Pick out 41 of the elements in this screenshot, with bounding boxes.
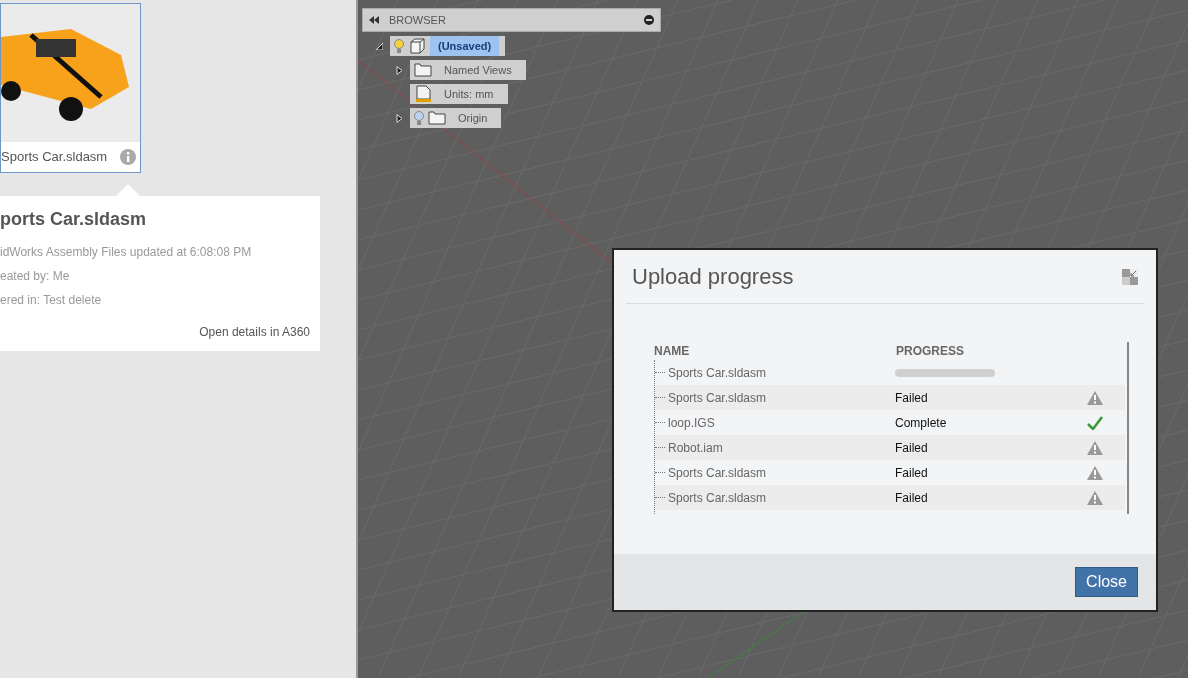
file-name: Sports Car.sldasm [655,488,895,507]
collapse-icon [369,16,379,24]
warning-icon [1087,440,1103,455]
file-title: ports Car.sldasm [0,208,148,231]
status-text: Failed [895,440,928,455]
minus-icon [644,15,654,25]
status-text: Failed [895,390,928,405]
check-icon [1087,415,1103,430]
detail-text: ered in: Test delete [0,292,103,309]
close-button[interactable]: Close [1075,567,1138,597]
restore-icon[interactable] [1122,268,1138,285]
thumbnail-card[interactable]: Sports Car.sldasm [0,3,141,173]
status-text: Complete [895,415,947,430]
status-text: Failed [895,490,928,505]
warning-icon [1087,490,1103,505]
tree-item[interactable]: Named Views [410,60,526,80]
detail-text: eated by: Me [0,268,71,285]
detail-text: idWorks Assembly Files updated at 6:08:08 PM [0,244,253,261]
status-text: Failed [895,465,928,480]
panel-title: BROWSER [389,12,447,28]
document-icon [414,85,432,103]
file-name: loop.IGS [655,413,895,432]
file-name: Sports Car.sldasm [655,388,895,407]
warning-icon [1087,465,1103,480]
folder-icon [428,109,446,127]
file-name: Sports Car.sldasm [655,463,895,482]
warning-icon [1087,390,1103,405]
cube-icon [408,37,426,55]
tree-item[interactable]: Origin [410,108,502,128]
details-link[interactable]: Open details in A360 [0,323,310,341]
file-name: Robot.iam [655,438,895,457]
tree-item[interactable]: Units: mm [410,84,508,104]
info-icon [120,149,136,165]
thumbnail-caption: Sports Car.sldasm [1,148,108,167]
tree-item[interactable]: (Unsaved) [390,36,506,56]
scrollbar[interactable] [1127,342,1129,514]
column-header: NAME [654,343,691,360]
dialog-title: Upload progress [632,263,794,291]
folder-icon [414,61,432,79]
file-name: Sports Car.sldasm [655,363,895,382]
column-header: PROGRESS [896,343,965,360]
